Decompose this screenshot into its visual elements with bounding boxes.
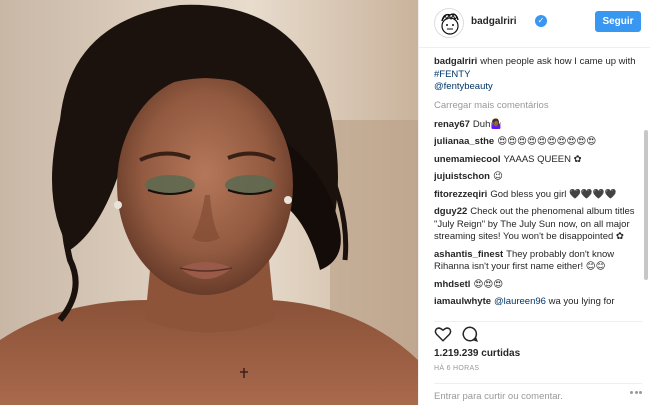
post-timestamp[interactable]: HÁ 6 HORAS [434,365,479,372]
comment-username[interactable]: julianaa_sthe [434,136,494,147]
like-count[interactable]: 1.219.239 curtidas [434,348,520,359]
comment: fitorezzeqiri God bless you girl 🖤🖤🖤🖤 [434,189,642,202]
load-more-comments[interactable]: Carregar mais comentários [434,100,642,111]
caption-hashtag[interactable]: #FENTY [434,69,470,80]
comment-text: YAAAS QUEEN ✿ [503,153,582,165]
comments-scrollbar[interactable] [644,130,648,280]
comment: jujuistschon 😉 [434,171,642,184]
comment-mention[interactable]: @laureen96 [494,296,546,307]
verified-badge-icon: ✓ [535,15,547,27]
caption-username[interactable]: badgalriri [434,56,477,67]
add-comment-bar [434,383,642,405]
comment-text: wa you lying for [545,296,615,307]
post-actions [434,321,642,343]
comments-list[interactable]: badgalriri when people ask how I came up … [434,56,642,318]
caption-text: when people ask how I came up with [480,56,636,67]
comment-text: 😍😍😍 [473,278,504,290]
comment: unemamiecool YAAAS QUEEN ✿ [434,154,642,167]
comment: dguy22 Check out the phenomenal album tit… [434,206,642,244]
comment-username[interactable]: jujuistschon [434,171,490,182]
comment-username[interactable]: ashantis_finest [434,249,503,260]
comment: mhdsetl 😍😍😍 [434,279,642,292]
comment-text: Duh🤷🏾‍♀️ [472,118,503,130]
avatar[interactable] [434,8,464,38]
post-author-username[interactable]: badgalriri [471,16,517,27]
post-header: badgalriri ✓ Seguir [419,0,650,48]
comment-icon[interactable] [461,325,479,343]
instagram-post: badgalriri ✓ Seguir badgalriri when peopl… [0,0,650,405]
heart-icon[interactable] [434,325,452,343]
comment-username[interactable]: mhdsetl [434,279,470,290]
avatar-doodle-icon [441,13,459,35]
comment-input[interactable] [434,389,619,403]
caption-mention[interactable]: @fentybeauty [434,81,493,92]
caption: badgalriri when people ask how I came up … [434,56,642,94]
comment-username[interactable]: fitorezzeqiri [434,189,487,200]
comment-text: 😉 [492,171,503,182]
comment: iamaulwhyte @laureen96 wa you lying for [434,296,642,309]
follow-button[interactable]: Seguir [595,11,641,32]
comment-text: God bless you girl 🖤🖤🖤🖤 [490,188,617,200]
comment-username[interactable]: iamaulwhyte [434,296,491,307]
comment-username[interactable]: dguy22 [434,206,467,217]
post-photo-image [0,0,418,405]
comment-username[interactable]: renay67 [434,119,470,130]
comment: julianaa_sthe 😍😍😍😍😍😍😍😍😍😍 [434,136,642,149]
post-photo[interactable] [0,0,418,405]
comment-text: 😍😍😍😍😍😍😍😍😍😍 [497,136,597,147]
comment: ashantis_finest They probably don't know … [434,249,642,274]
post-sidebar: badgalriri ✓ Seguir badgalriri when peopl… [418,0,650,405]
more-options-icon[interactable] [630,391,642,397]
comment: renay67 Duh🤷🏾‍♀️ [434,119,642,132]
comment-username[interactable]: unemamiecool [434,154,501,165]
